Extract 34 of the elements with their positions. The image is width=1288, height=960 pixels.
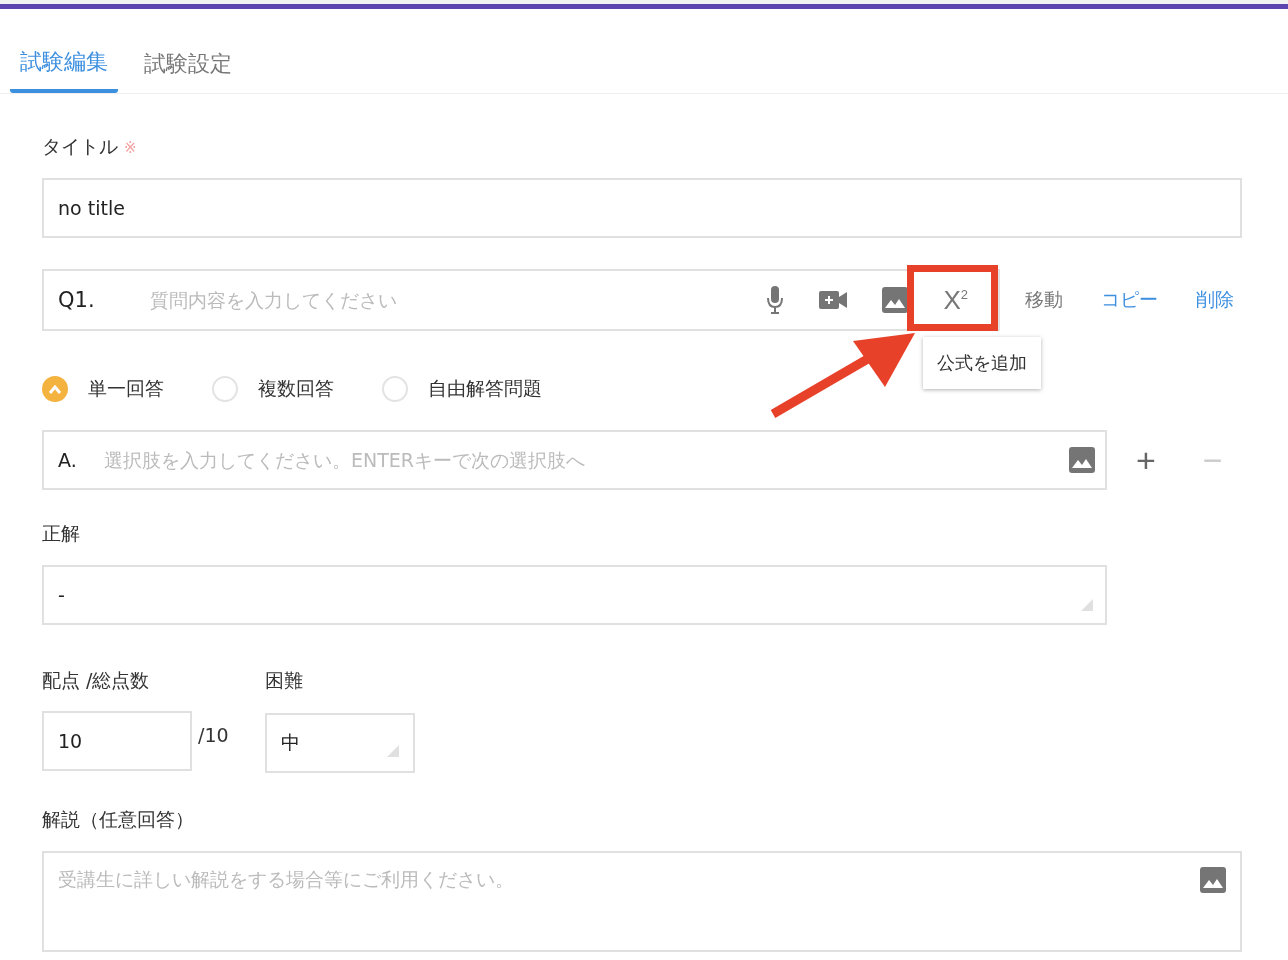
resize-grip-icon[interactable] [1081,599,1093,611]
video-camera-icon[interactable] [819,291,848,309]
explanation-field[interactable]: 受講生に詳しい解説をする場合等にご利用ください。 [42,851,1242,952]
add-choice-button[interactable]: + [1136,443,1156,477]
question-input-field[interactable]: 質問内容を入力してください [150,289,767,311]
tooltip: 公式を追加 [923,337,1041,389]
score-input-field[interactable]: 10 [42,711,192,771]
image-icon[interactable] [1069,447,1095,473]
title-input-field[interactable]: no title [42,178,1242,238]
dropdown-corner-icon [387,745,399,757]
answer-type-radio[interactable]: 複数回答 [212,376,334,402]
difficulty-label: 困難 [265,668,304,693]
tab[interactable]: 試験編集 [10,9,118,93]
difficulty-select[interactable]: 中 [265,713,415,773]
title-label: タイトル [42,135,118,157]
choice-field[interactable]: A. 選択肢を入力してください。ENTERキーで次の選択肢へ [42,430,1107,490]
answer-type-radio[interactable]: 単一回答 [42,376,164,402]
choice-letter: A. [58,449,78,471]
correct-answer-field[interactable]: - [42,565,1107,625]
image-icon[interactable] [1200,867,1226,893]
answer-type-radio[interactable]: 自由解答問題 [382,376,542,402]
action-link[interactable]: 削除 [1196,287,1234,313]
choice-input-field[interactable]: 選択肢を入力してください。ENTERキーで次の選択肢へ [104,449,1069,471]
score-label: 配点 /総点数 [42,668,151,693]
tab[interactable]: 試験設定 [134,9,242,93]
explanation-label: 解説（任意回答） [42,807,195,832]
move-button[interactable]: 移動 [1025,287,1063,313]
formula-button[interactable]: X$^{2}$ [943,284,984,316]
microphone-icon[interactable] [766,286,785,314]
total-score: /10 [198,724,229,746]
question-number: Q1. [58,288,96,312]
required-mark: ※ [124,139,137,157]
correct-answer-label: 正解 [42,521,81,546]
image-icon[interactable] [882,287,909,313]
